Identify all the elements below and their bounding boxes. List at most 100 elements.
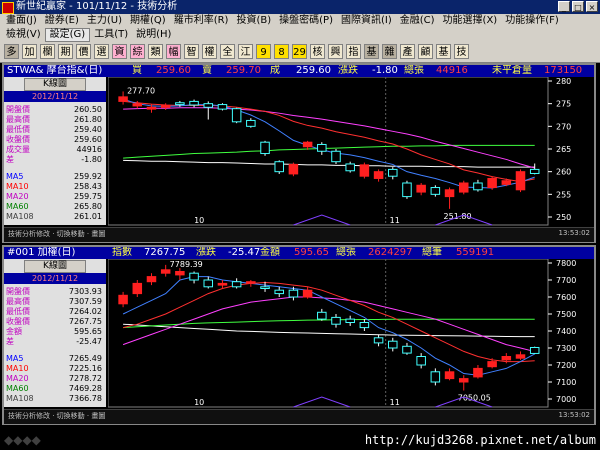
- y-tick-label: 7400: [556, 327, 576, 336]
- index-quote-header: #001 加權(日) 指數 7267.75 漲跌 -25.47 金額 595.6…: [4, 247, 594, 259]
- toolbar-button-8[interactable]: 類: [148, 44, 163, 59]
- menu-row-2: 檢視(V) 設定(G) 工具(T) 說明(H): [2, 28, 175, 42]
- window-buttons: _ □ ×: [558, 1, 598, 12]
- toolbar-button-9[interactable]: 幅: [166, 44, 181, 59]
- toolbar: 多加欄期價選資綜類幅智權全江 9 8 29 核興指基雜產顧基技: [0, 42, 600, 63]
- menu-item-securities[interactable]: 證券(E): [41, 14, 83, 28]
- toolbar-button-23[interactable]: 顧: [418, 44, 433, 59]
- candle-body: [274, 161, 284, 173]
- futures-info-box: K線圖 2012/11/12 開盤價 260.50 最高價 261.80 最低價 259.…: [4, 77, 106, 225]
- y-tick-label: 7000: [556, 395, 576, 404]
- candle-body: [302, 289, 313, 298]
- minimize-button[interactable]: _: [558, 1, 570, 12]
- x-tick-label: 10: [194, 398, 204, 407]
- menu-item-futures-options[interactable]: 期權(Q): [126, 14, 170, 28]
- toolbar-button-2[interactable]: 欄: [40, 44, 55, 59]
- menu-item-screen[interactable]: 畫面(J): [2, 14, 41, 28]
- toolbar-button-17[interactable]: 核: [310, 44, 325, 59]
- ma-label: MA10: [6, 182, 29, 191]
- ma-row: MA108 7366.78: [6, 394, 104, 404]
- menu-item-finance[interactable]: 金融(C): [396, 14, 439, 28]
- y-tick-label: 7700: [556, 276, 576, 285]
- menu-item-main-force[interactable]: 主力(U): [83, 14, 126, 28]
- toolbar-button-25[interactable]: 技: [454, 44, 469, 59]
- menu-item-tools[interactable]: 工具(T): [90, 28, 132, 42]
- candle-body: [416, 356, 426, 366]
- toolbar-button-22[interactable]: 產: [400, 44, 415, 59]
- index-candlestick-chart[interactable]: 7000 7100 7200 7300 7400 7500 7600 7700 7800 10 11…: [108, 259, 592, 409]
- candle-body: [317, 143, 327, 152]
- y-tick-label: 270: [556, 122, 571, 131]
- ma-label: MA5: [6, 172, 24, 181]
- toolbar-button-6[interactable]: 資: [112, 44, 127, 59]
- futures-candlestick-chart[interactable]: 25025526026527027528010 11277.70251.80: [108, 77, 592, 227]
- candle-body: [274, 289, 284, 295]
- ma-row: MA108 261.01: [6, 212, 104, 222]
- candle-body: [529, 168, 540, 174]
- info-value: 261.80: [74, 115, 102, 124]
- index-status-text: 技術分析修改 · 切換移動 · 畫圖: [8, 412, 106, 420]
- index-kline-button[interactable]: K線圖: [24, 260, 86, 273]
- ma-value: 7278.72: [68, 374, 102, 383]
- y-tick-label: 7500: [556, 310, 576, 319]
- ma60-line: [123, 318, 535, 329]
- info-label: 開盤價: [6, 105, 30, 114]
- menu-item-help[interactable]: 說明(H): [132, 28, 175, 42]
- menu-item-invest[interactable]: 投資(B): [232, 14, 275, 28]
- x-tick-label: 10: [194, 216, 204, 225]
- candle-body: [402, 182, 412, 198]
- toolbar-button-19[interactable]: 指: [346, 44, 361, 59]
- toolbar-button-12[interactable]: 全: [220, 44, 235, 59]
- toolbar-button-24[interactable]: 基: [436, 44, 451, 59]
- candle-body: [132, 282, 143, 295]
- candle-body: [189, 272, 199, 281]
- candle-body: [444, 189, 455, 198]
- toolbar-button-15[interactable]: 8: [274, 44, 289, 59]
- candle-body: [146, 106, 157, 110]
- ma-row: MA60 7469.28: [6, 384, 104, 394]
- toolbar-button-21[interactable]: 雜: [382, 44, 397, 59]
- futures-kline-button[interactable]: K線圖: [24, 78, 86, 91]
- close-button[interactable]: ×: [586, 1, 598, 12]
- candle-body: [359, 322, 370, 329]
- maximize-button[interactable]: □: [572, 1, 584, 12]
- futures-quote-header: STWA& 摩台指&(日) 買 259.60 賣 259.70 成 259.60…: [4, 65, 594, 77]
- menu-item-view[interactable]: 檢視(V): [2, 28, 45, 42]
- x-tick-label: 11: [390, 398, 400, 407]
- toolbar-button-3[interactable]: 期: [58, 44, 73, 59]
- candle-body: [416, 184, 426, 193]
- info-row: 最低價 259.40: [6, 125, 104, 135]
- ma10-line: [123, 100, 535, 183]
- toolbar-button-13[interactable]: 江: [238, 44, 253, 59]
- index-chart-panel: #001 加權(日) 指數 7267.75 漲跌 -25.47 金額 595.6…: [2, 245, 596, 425]
- candle-body: [160, 104, 171, 108]
- toolbar-button-20[interactable]: 基: [364, 44, 379, 59]
- toolbar-button-4[interactable]: 價: [76, 44, 91, 59]
- toolbar-button-18[interactable]: 興: [328, 44, 343, 59]
- menu-item-function-op[interactable]: 功能操作(F): [501, 14, 563, 28]
- menu-item-function-select[interactable]: 功能選擇(X): [439, 14, 502, 28]
- futures-buy-label: 買: [132, 65, 142, 76]
- toolbar-button-0[interactable]: 多: [4, 44, 19, 59]
- candle-body: [189, 100, 199, 106]
- candle-body: [231, 281, 242, 288]
- toolbar-button-10[interactable]: 智: [184, 44, 199, 59]
- menu-item-intl-info[interactable]: 國際資訊(I): [337, 14, 396, 28]
- info-value: 7303.93: [68, 287, 102, 296]
- toolbar-button-14[interactable]: 9: [256, 44, 271, 59]
- futures-status-text: 技術分析修改 · 切換移動 · 畫圖: [8, 230, 106, 238]
- menu-item-settings[interactable]: 設定(G): [44, 28, 91, 42]
- menu-item-trading-code[interactable]: 操盤密碼(P): [275, 14, 337, 28]
- toolbar-button-16[interactable]: 29: [292, 44, 307, 59]
- candle-body: [515, 354, 526, 359]
- y-tick-label: 7200: [556, 361, 576, 370]
- ma-label: MA20: [6, 192, 29, 201]
- toolbar-button-5[interactable]: 選: [94, 44, 109, 59]
- menu-item-rates[interactable]: 羅市利率(R): [170, 14, 233, 28]
- toolbar-button-7[interactable]: 綜: [130, 44, 145, 59]
- index-status-strip: 技術分析修改 · 切換移動 · 畫圖 13:53:02: [4, 409, 594, 424]
- index-volume-label: 總張: [336, 247, 356, 258]
- toolbar-button-11[interactable]: 權: [202, 44, 217, 59]
- candle-body: [529, 346, 540, 354]
- toolbar-button-1[interactable]: 加: [22, 44, 37, 59]
